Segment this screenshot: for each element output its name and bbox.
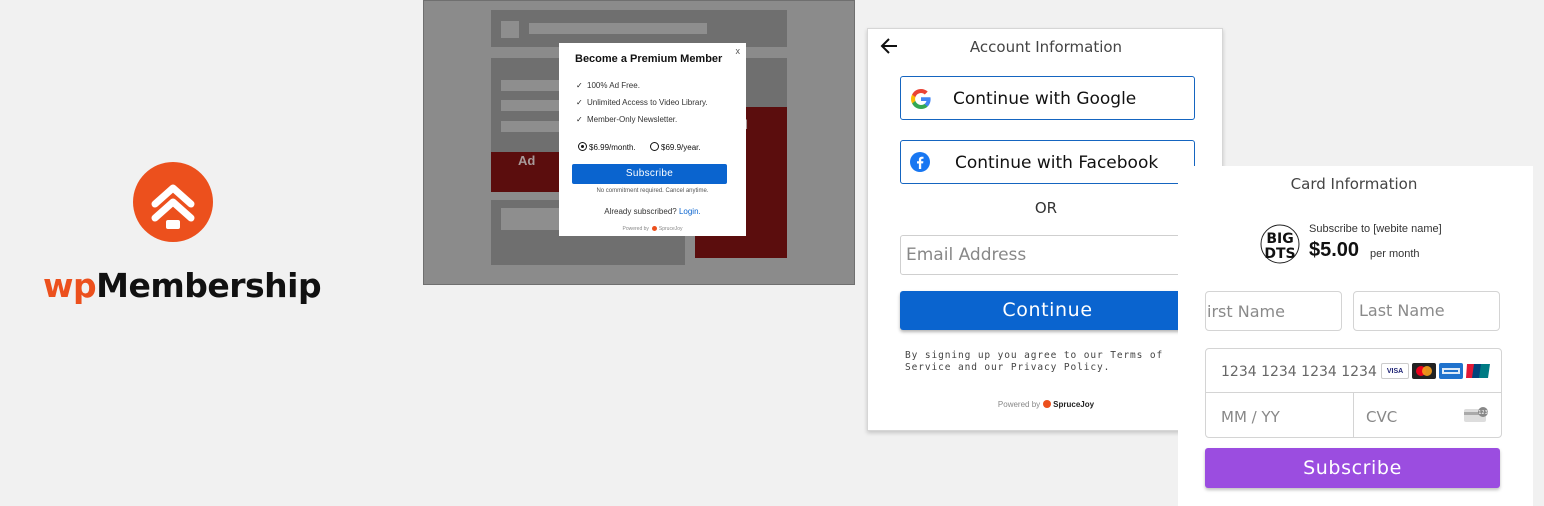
popup-login-line: Already subscribed? Login. — [604, 207, 701, 216]
continue-with-facebook-button[interactable]: Continue with Facebook — [900, 140, 1195, 184]
popup-powered-by: Powered by SpruceJoy — [622, 226, 683, 232]
card-information-panel: Card Information BIG DTS Subscribe to [w… — [1178, 166, 1533, 506]
check-icon: ✓ — [576, 81, 583, 90]
check-icon: ✓ — [576, 98, 583, 107]
brand-wordmark-wp: wp — [43, 266, 97, 305]
svg-text:123: 123 — [1478, 410, 1488, 416]
expiry-input[interactable]: MM / YY — [1221, 408, 1280, 426]
last-name-input[interactable]: Last Name — [1353, 291, 1500, 331]
cvc-input[interactable]: CVC — [1366, 408, 1397, 426]
visa-icon: VISA — [1381, 363, 1409, 379]
account-information-card: Account Information Continue with Google… — [867, 28, 1223, 431]
radio-unselected-icon — [650, 142, 659, 151]
google-icon — [911, 89, 931, 109]
brand-wordmark: wpMembership — [43, 266, 322, 305]
cvc-card-icon: 123 — [1464, 407, 1488, 422]
popup-commitment-note: No commitment required. Cancel anytime. — [596, 188, 709, 194]
card-number-input[interactable]: 1234 1234 1234 1234 — [1221, 364, 1377, 380]
account-title: Account Information — [969, 38, 1123, 56]
amex-icon — [1439, 363, 1463, 379]
or-divider: OR — [1034, 199, 1058, 217]
popup-title: Become a Premium Member — [575, 53, 723, 65]
mock-header-icon — [501, 21, 519, 38]
feature-item: ✓ Member-Only Newsletter. — [576, 115, 678, 124]
card-title: Card Information — [1290, 175, 1418, 193]
facebook-icon — [910, 152, 930, 172]
first-name-input[interactable]: irst Name — [1205, 291, 1342, 331]
popup-subscribe-button[interactable]: Subscribe — [572, 164, 727, 184]
subscribe-to-text: Subscribe to [webite name] — [1309, 223, 1442, 235]
subscribe-button[interactable]: Subscribe — [1205, 448, 1500, 488]
unionpay-icon — [1466, 363, 1490, 379]
svg-text:BIG: BIG — [1266, 231, 1293, 247]
bigdots-logo-icon: BIG DTS — [1260, 224, 1300, 264]
brand-wordmark-rest: Membership — [96, 266, 322, 305]
terms-text: By signing up you agree to our Terms of … — [905, 350, 1164, 373]
google-button-label: Continue with Google — [953, 89, 1137, 109]
continue-button[interactable]: Continue — [900, 291, 1195, 330]
popup-login-link[interactable]: Login. — [679, 207, 701, 216]
plan-monthly-radio[interactable]: $6.99/month. — [578, 142, 636, 152]
feature-item: ✓ Unlimited Access to Video Library. — [576, 98, 708, 107]
wpmembership-logo-icon — [133, 162, 213, 242]
powered-by: Powered by SpruceJoy — [997, 400, 1095, 409]
mock-ad-label: Ad — [518, 153, 536, 168]
sprucejoy-logo-icon — [651, 226, 657, 231]
premium-popup: x Become a Premium Member ✓ 100% Ad Free.… — [559, 43, 746, 236]
price-period: per month — [1370, 248, 1420, 260]
card-divider — [1353, 392, 1354, 438]
feature-item: ✓ 100% Ad Free. — [576, 81, 640, 90]
mastercard-icon — [1412, 363, 1436, 379]
facebook-button-label: Continue with Facebook — [955, 153, 1159, 173]
svg-text:DTS: DTS — [1264, 246, 1295, 262]
radio-selected-icon — [578, 142, 587, 151]
continue-with-google-button[interactable]: Continue with Google — [900, 76, 1195, 120]
mock-header-bar — [529, 23, 707, 34]
popup-close-button[interactable]: x — [736, 46, 741, 56]
plan-yearly-radio[interactable]: $69.9/year. — [650, 142, 701, 152]
email-input[interactable]: Email Address — [900, 235, 1195, 275]
price: $5.00 — [1309, 239, 1360, 261]
sprucejoy-logo-icon — [1043, 400, 1052, 408]
check-icon: ✓ — [576, 115, 583, 124]
